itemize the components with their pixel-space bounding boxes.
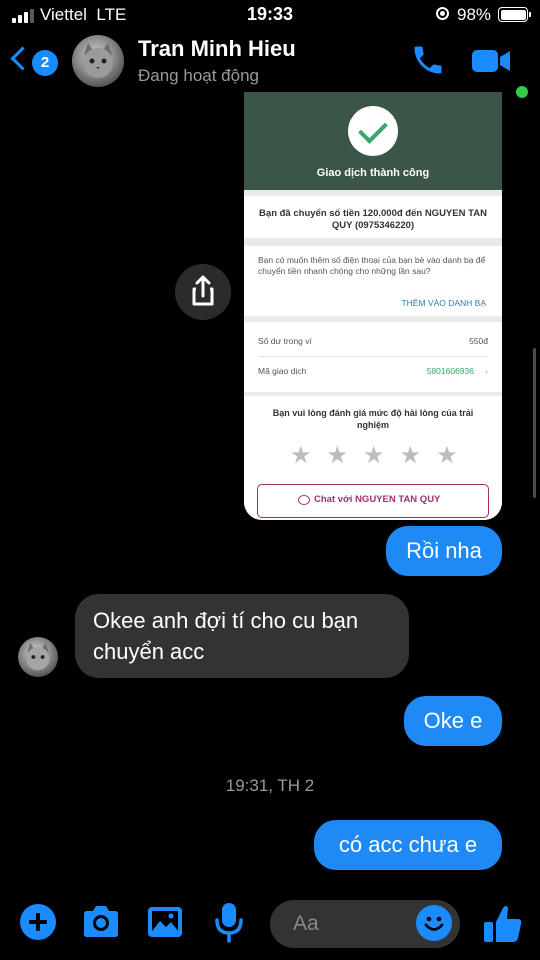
scrollbar[interactable] (533, 348, 536, 498)
message-bubble-outgoing[interactable]: Oke e (404, 696, 502, 746)
divider (258, 356, 488, 357)
shared-receipt-image[interactable]: Giao dịch thành công Bạn đã chuyển số ti… (244, 92, 502, 520)
contact-name: Tran Minh Hieu (138, 36, 296, 61)
microphone-icon (215, 903, 243, 943)
message-bubble-outgoing[interactable]: có acc chưa e (314, 820, 502, 870)
battery-icon (498, 7, 531, 22)
message-bubble-incoming[interactable]: Okee anh đợi tí cho cu bạn chuyển acc (75, 594, 409, 678)
orientation-lock-icon (436, 7, 449, 20)
phone-icon (414, 46, 442, 74)
balance-value: 550đ (469, 336, 488, 346)
back-chevron-icon (10, 46, 35, 71)
unread-badge: 2 (32, 50, 58, 76)
message-bubble-outgoing[interactable]: Rồi nha (386, 526, 502, 576)
gallery-button[interactable] (146, 900, 184, 944)
star-icon[interactable]: ★ (290, 444, 312, 468)
receipt-details: Số dư trong ví 550đ Mã giao dịch 5801606… (244, 322, 502, 392)
receipt-contact-suggestion: Bạn có muốn thêm số điện thoại của bạn b… (244, 246, 502, 316)
balance-row: Số dư trong ví 550đ (258, 336, 488, 346)
transaction-label: Mã giao dịch (258, 366, 307, 376)
star-icon[interactable]: ★ (327, 444, 349, 468)
thumbs-up-icon (484, 906, 522, 942)
receipt-title: Giao dịch thành công (316, 167, 430, 179)
share-button[interactable] (175, 264, 231, 320)
voice-message-button[interactable] (212, 900, 246, 944)
online-indicator (516, 86, 528, 98)
receipt-question: Bạn có muốn thêm số điện thoại của bạn b… (258, 255, 486, 276)
sender-avatar[interactable] (18, 637, 58, 677)
camera-icon (84, 906, 118, 937)
balance-label: Số dư trong ví (258, 336, 312, 346)
receipt-header: Giao dịch thành công (244, 92, 502, 190)
battery-percent: 98% (457, 5, 492, 24)
transaction-row[interactable]: Mã giao dịch 5801606936 › (258, 366, 488, 376)
video-call-button[interactable] (470, 44, 530, 78)
rating-prompt: Bạn vui lòng đánh giá mức độ hài lòng củ… (272, 408, 474, 430)
receipt-message: Bạn đã chuyển số tiền 120.000đ đến NGUYE… (259, 208, 487, 231)
video-camera-icon (472, 50, 510, 72)
chat-with-contact-button[interactable]: Chat với NGUYEN TAN QUY (257, 484, 489, 518)
presence-status: Đang hoạt động (138, 66, 259, 85)
plus-icon[interactable] (20, 904, 56, 940)
chat-header: 2 Tran Minh Hieu Đang hoạt động (0, 30, 540, 98)
back-button[interactable]: 2 (10, 44, 60, 78)
transaction-value: 5801606936 (426, 366, 474, 376)
contact-avatar[interactable] (72, 35, 124, 87)
success-check-icon (348, 106, 398, 156)
receipt-summary: Bạn đã chuyển số tiền 120.000đ đến NGUYE… (244, 196, 502, 238)
status-bar: Viettel LTE 19:33 98% (0, 0, 540, 30)
message-composer: Aa (0, 886, 540, 960)
star-icon[interactable]: ★ (400, 444, 422, 468)
rating-stars: ★ ★ ★ ★ ★ (290, 444, 458, 468)
timestamp: 19:31, TH 2 (225, 776, 315, 795)
emoji-icon[interactable] (416, 905, 452, 941)
image-icon (148, 907, 182, 937)
chat-button-label: Chat với NGUYEN TAN QUY (314, 494, 441, 505)
chat-bubble-icon (298, 495, 310, 505)
share-icon (192, 275, 214, 306)
chevron-right-icon: › (485, 366, 488, 376)
message-input-placeholder: Aa (293, 912, 319, 935)
star-icon[interactable]: ★ (436, 444, 458, 468)
star-icon[interactable]: ★ (363, 444, 385, 468)
camera-button[interactable] (80, 900, 122, 944)
voice-call-button[interactable] (408, 42, 448, 78)
add-contact-link[interactable]: THÊM VÀO DANH BẠ (401, 298, 486, 308)
like-button[interactable] (480, 900, 526, 948)
